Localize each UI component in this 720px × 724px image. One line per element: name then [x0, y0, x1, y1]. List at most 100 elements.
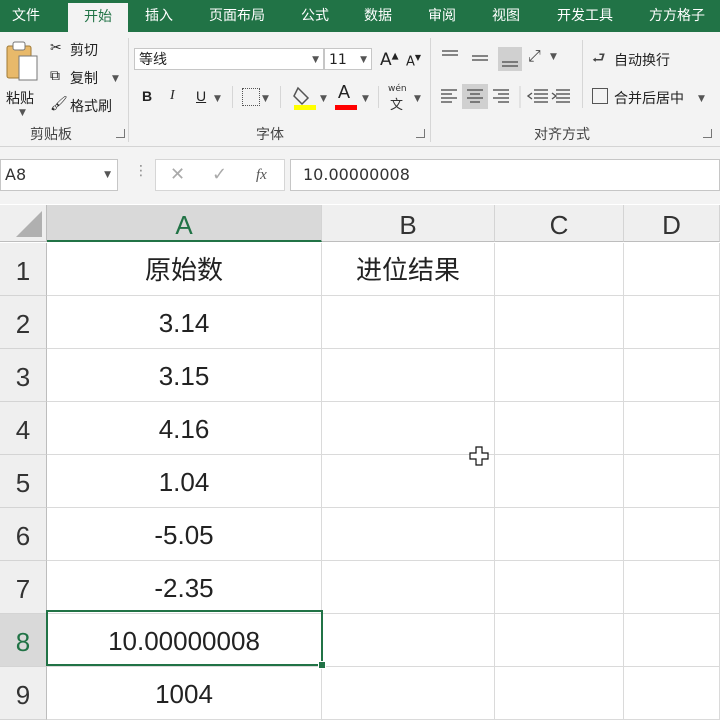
- row-header-5[interactable]: 5: [0, 455, 47, 508]
- cell-a7[interactable]: -2.35: [47, 561, 322, 614]
- cell-d1[interactable]: [624, 243, 720, 296]
- cell-a9[interactable]: 1004: [47, 667, 322, 720]
- cell-b8[interactable]: [322, 614, 495, 667]
- row-header-8[interactable]: 8: [0, 614, 47, 667]
- chevron-down-icon: ▼: [104, 170, 111, 180]
- decrease-font-icon: A: [406, 54, 415, 70]
- paste-icon: [6, 41, 38, 81]
- paste-button[interactable]: 粘贴 ▼: [4, 40, 42, 118]
- alignment-group-label: 对齐方式: [534, 127, 590, 143]
- cell-b6[interactable]: [322, 508, 495, 561]
- cell-c9[interactable]: [495, 667, 624, 720]
- cell-c6[interactable]: [495, 508, 624, 561]
- tab-home[interactable]: 开始: [68, 3, 128, 32]
- row-header-4[interactable]: 4: [0, 402, 47, 455]
- tab-developer[interactable]: 开发工具: [546, 0, 624, 32]
- tab-fangfang[interactable]: 方方格子: [637, 0, 717, 32]
- cell-d2[interactable]: [624, 296, 720, 349]
- row-header-3[interactable]: 3: [0, 349, 47, 402]
- chevron-down-icon: ▼: [19, 108, 26, 118]
- cell-d6[interactable]: [624, 508, 720, 561]
- column-header-c[interactable]: C: [495, 205, 624, 242]
- tab-data[interactable]: 数据: [353, 0, 403, 32]
- cell-d9[interactable]: [624, 667, 720, 720]
- cell-b7[interactable]: [322, 561, 495, 614]
- chevron-down-icon: ▼: [320, 94, 327, 104]
- dialog-launcher-icon[interactable]: [116, 129, 125, 138]
- font-name-select[interactable]: 等线 ▼: [134, 48, 324, 70]
- dialog-launcher-icon[interactable]: [416, 129, 425, 138]
- decrease-font-size-button[interactable]: A▼: [406, 53, 421, 69]
- chevron-down-icon: ▼: [414, 94, 421, 104]
- wrap-text-label: 自动换行: [614, 53, 670, 69]
- column-header-a[interactable]: A: [47, 205, 322, 242]
- cell-c8[interactable]: [495, 614, 624, 667]
- cell-d5[interactable]: [624, 455, 720, 508]
- cell-a1[interactable]: 原始数: [47, 243, 322, 296]
- row-header-2[interactable]: 2: [0, 296, 47, 349]
- select-all-button[interactable]: [0, 205, 47, 242]
- cell-c7[interactable]: [495, 561, 624, 614]
- cell-d7[interactable]: [624, 561, 720, 614]
- tab-page-layout[interactable]: 页面布局: [196, 0, 278, 32]
- column-header-d[interactable]: D: [624, 205, 720, 242]
- cell-c4[interactable]: [495, 402, 624, 455]
- cell-b3[interactable]: [322, 349, 495, 402]
- cell-b9[interactable]: [322, 667, 495, 720]
- row-header-1[interactable]: 1: [0, 243, 47, 296]
- tab-view[interactable]: 视图: [481, 0, 531, 32]
- formula-bar: A8 ▼ ⋮ ✕ ✓ fx 10.00000008: [0, 147, 720, 204]
- copy-label: 复制: [70, 71, 98, 87]
- cell-a2[interactable]: 3.14: [47, 296, 322, 349]
- increase-font-size-button[interactable]: A▲: [380, 50, 399, 70]
- cell-a6[interactable]: -5.05: [47, 508, 322, 561]
- row-header-7[interactable]: 7: [0, 561, 47, 614]
- tab-file[interactable]: 文件: [0, 0, 52, 32]
- row-header-9[interactable]: 9: [0, 667, 47, 720]
- tab-formulas[interactable]: 公式: [290, 0, 340, 32]
- cell-a4[interactable]: 4.16: [47, 402, 322, 455]
- ribbon: 粘贴 ▼ ✂ 剪切 ⧉ 复制 ▼ 🖌 格式刷 剪贴板 等线 ▼ 11 ▼ A▲ …: [0, 32, 720, 147]
- fill-color-button[interactable]: [292, 84, 318, 110]
- name-box[interactable]: A8 ▼: [0, 159, 118, 191]
- cancel-icon[interactable]: ✕: [170, 164, 185, 186]
- bold-button[interactable]: B: [142, 88, 152, 104]
- format-painter-label: 格式刷: [70, 99, 112, 115]
- cell-a3[interactable]: 3.15: [47, 349, 322, 402]
- divider: [280, 86, 281, 108]
- horizontal-align-icons: [441, 84, 570, 109]
- column-header-b[interactable]: B: [322, 205, 495, 242]
- dialog-launcher-icon[interactable]: [703, 129, 712, 138]
- cell-d8[interactable]: [624, 614, 720, 667]
- paint-bucket-icon: [293, 86, 316, 110]
- cut-label: 剪切: [70, 43, 98, 59]
- enter-check-icon[interactable]: ✓: [212, 164, 227, 186]
- font-name-value: 等线: [139, 52, 167, 68]
- borders-icon[interactable]: [242, 88, 260, 106]
- cell-b1[interactable]: 进位结果: [322, 243, 495, 296]
- cell-b2[interactable]: [322, 296, 495, 349]
- insert-function-icon[interactable]: fx: [256, 164, 267, 186]
- phonetic-guide-button[interactable]: wén 文: [386, 82, 414, 113]
- chevron-down-icon: ▼: [362, 94, 369, 104]
- row-header-6[interactable]: 6: [0, 508, 47, 561]
- cell-cursor-icon: [469, 446, 489, 466]
- tab-review[interactable]: 审阅: [417, 0, 467, 32]
- cell-c1[interactable]: [495, 243, 624, 296]
- italic-button[interactable]: I: [170, 88, 175, 104]
- cell-d3[interactable]: [624, 349, 720, 402]
- cell-c3[interactable]: [495, 349, 624, 402]
- formula-input[interactable]: 10.00000008: [290, 159, 720, 191]
- cell-c5[interactable]: [495, 455, 624, 508]
- select-all-triangle-icon: [16, 211, 42, 237]
- underline-button[interactable]: U: [196, 88, 206, 104]
- divider: [582, 40, 583, 108]
- cell-c2[interactable]: [495, 296, 624, 349]
- font-color-button[interactable]: A: [334, 82, 358, 110]
- cell-d4[interactable]: [624, 402, 720, 455]
- font-size-select[interactable]: 11 ▼: [324, 48, 372, 70]
- cell-a5[interactable]: 1.04: [47, 455, 322, 508]
- tab-insert[interactable]: 插入: [134, 0, 184, 32]
- text-orientation-button[interactable]: ⤢: [528, 46, 541, 66]
- fill-handle[interactable]: [318, 661, 326, 669]
